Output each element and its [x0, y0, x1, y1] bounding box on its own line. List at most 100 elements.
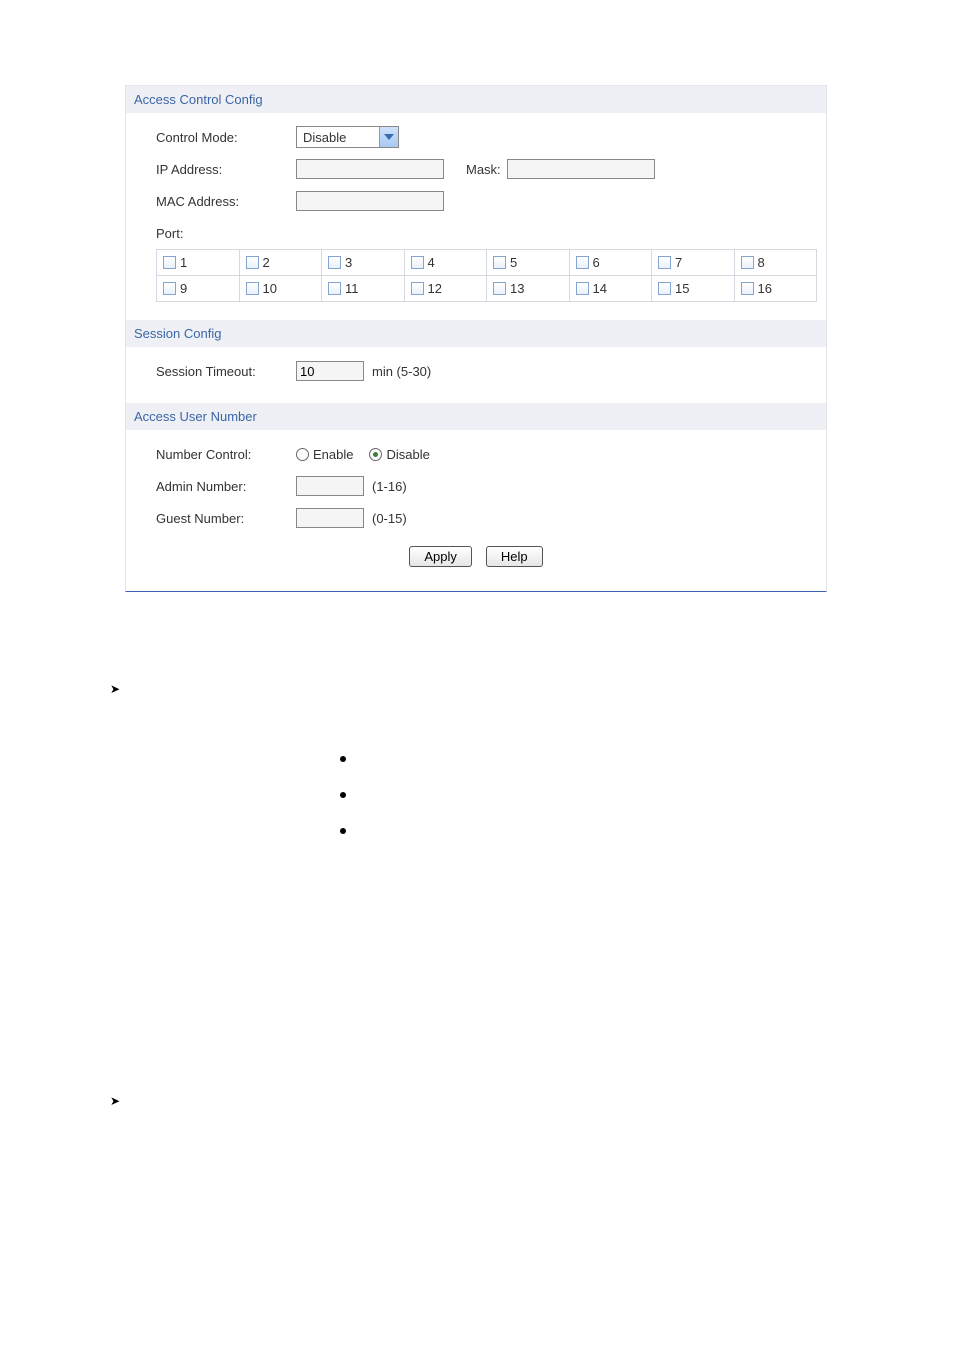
- number-control-enable[interactable]: Enable: [296, 447, 353, 462]
- arrow-icon: ➤: [110, 682, 810, 696]
- port-8[interactable]: 8: [735, 250, 818, 276]
- control-mode-select[interactable]: Disable: [296, 126, 399, 148]
- session-timeout-hint: min (5-30): [372, 364, 431, 379]
- port-14[interactable]: 14: [570, 276, 653, 302]
- row-ip-address: IP Address: Mask:: [126, 153, 826, 185]
- port-label-text: 2: [263, 255, 270, 270]
- port-2[interactable]: 2: [240, 250, 323, 276]
- checkbox-icon: [576, 256, 589, 269]
- row-guest-number: Guest Number: (0-15): [126, 502, 826, 534]
- decorative-bullets: ➤ ➤: [110, 682, 810, 1108]
- section-body-access-control: Control Mode: Disable IP Address: Mask: …: [126, 113, 826, 320]
- port-7[interactable]: 7: [652, 250, 735, 276]
- radio-label-disable: Disable: [386, 447, 429, 462]
- checkbox-icon: [493, 256, 506, 269]
- section-body-session: Session Timeout: min (5-30): [126, 347, 826, 403]
- checkbox-icon: [411, 256, 424, 269]
- checkbox-icon: [328, 282, 341, 295]
- number-control-disable[interactable]: Disable: [369, 447, 429, 462]
- port-13[interactable]: 13: [487, 276, 570, 302]
- checkbox-icon: [741, 256, 754, 269]
- admin-number-hint: (1-16): [372, 479, 407, 494]
- port-1[interactable]: 1: [157, 250, 240, 276]
- port-label-text: 5: [510, 255, 517, 270]
- checkbox-icon: [246, 282, 259, 295]
- checkbox-icon: [328, 256, 341, 269]
- label-port: Port:: [156, 226, 296, 241]
- label-number-control: Number Control:: [156, 447, 296, 462]
- arrow-icon: ➤: [110, 1094, 810, 1108]
- label-session-timeout: Session Timeout:: [156, 364, 296, 379]
- port-grid: 1 2 3 4 5 6 7 8 9 10 11 12 13 14 15 16: [156, 249, 817, 302]
- label-ip-address: IP Address:: [156, 162, 296, 177]
- row-control-mode: Control Mode: Disable: [126, 121, 826, 153]
- apply-button[interactable]: Apply: [409, 546, 472, 567]
- mask-input[interactable]: [507, 159, 655, 179]
- port-label-text: 3: [345, 255, 352, 270]
- port-label-text: 10: [263, 281, 277, 296]
- label-control-mode: Control Mode:: [156, 130, 296, 145]
- config-panel: Access Control Config Control Mode: Disa…: [125, 85, 827, 592]
- port-11[interactable]: 11: [322, 276, 405, 302]
- radio-icon: [296, 448, 309, 461]
- radio-icon: [369, 448, 382, 461]
- port-label-text: 11: [345, 281, 359, 296]
- admin-number-input[interactable]: [296, 476, 364, 496]
- chevron-down-icon: [379, 127, 398, 147]
- port-label-text: 4: [428, 255, 435, 270]
- checkbox-icon: [246, 256, 259, 269]
- checkbox-icon: [741, 282, 754, 295]
- label-mac-address: MAC Address:: [156, 194, 296, 209]
- session-timeout-input[interactable]: [296, 361, 364, 381]
- port-5[interactable]: 5: [487, 250, 570, 276]
- section-header-session: Session Config: [126, 320, 826, 347]
- ip-address-input[interactable]: [296, 159, 444, 179]
- checkbox-icon: [658, 282, 671, 295]
- port-10[interactable]: 10: [240, 276, 323, 302]
- guest-number-hint: (0-15): [372, 511, 407, 526]
- bullet-icon: [340, 828, 346, 834]
- mac-address-input[interactable]: [296, 191, 444, 211]
- row-admin-number: Admin Number: (1-16): [126, 470, 826, 502]
- port-label-text: 6: [593, 255, 600, 270]
- port-3[interactable]: 3: [322, 250, 405, 276]
- row-number-control: Number Control: Enable Disable: [126, 438, 826, 470]
- row-session-timeout: Session Timeout: min (5-30): [126, 355, 826, 387]
- port-label-text: 14: [593, 281, 607, 296]
- section-header-access-control: Access Control Config: [126, 86, 826, 113]
- port-label-text: 1: [180, 255, 187, 270]
- port-label-text: 16: [758, 281, 772, 296]
- port-6[interactable]: 6: [570, 250, 653, 276]
- bullet-icon: [340, 792, 346, 798]
- section-header-access-user: Access User Number: [126, 403, 826, 430]
- port-4[interactable]: 4: [405, 250, 488, 276]
- port-16[interactable]: 16: [735, 276, 818, 302]
- checkbox-icon: [658, 256, 671, 269]
- checkbox-icon: [576, 282, 589, 295]
- label-admin-number: Admin Number:: [156, 479, 296, 494]
- bullet-icon: [340, 756, 346, 762]
- dot-list: [340, 756, 810, 834]
- help-button[interactable]: Help: [486, 546, 543, 567]
- guest-number-input[interactable]: [296, 508, 364, 528]
- radio-label-enable: Enable: [313, 447, 353, 462]
- row-mac-address: MAC Address:: [126, 185, 826, 217]
- port-label-text: 9: [180, 281, 187, 296]
- checkbox-icon: [163, 256, 176, 269]
- port-label-text: 12: [428, 281, 442, 296]
- port-12[interactable]: 12: [405, 276, 488, 302]
- row-port-label: Port:: [126, 217, 826, 249]
- port-9[interactable]: 9: [157, 276, 240, 302]
- port-15[interactable]: 15: [652, 276, 735, 302]
- number-control-radiogroup: Enable Disable: [296, 447, 430, 462]
- port-label-text: 7: [675, 255, 682, 270]
- checkbox-icon: [163, 282, 176, 295]
- checkbox-icon: [493, 282, 506, 295]
- port-label-text: 13: [510, 281, 524, 296]
- button-row: Apply Help: [126, 534, 826, 583]
- section-body-access-user: Number Control: Enable Disable Admin Num…: [126, 430, 826, 591]
- control-mode-value: Disable: [297, 127, 379, 147]
- port-label-text: 8: [758, 255, 765, 270]
- label-guest-number: Guest Number:: [156, 511, 296, 526]
- label-mask: Mask:: [466, 162, 501, 177]
